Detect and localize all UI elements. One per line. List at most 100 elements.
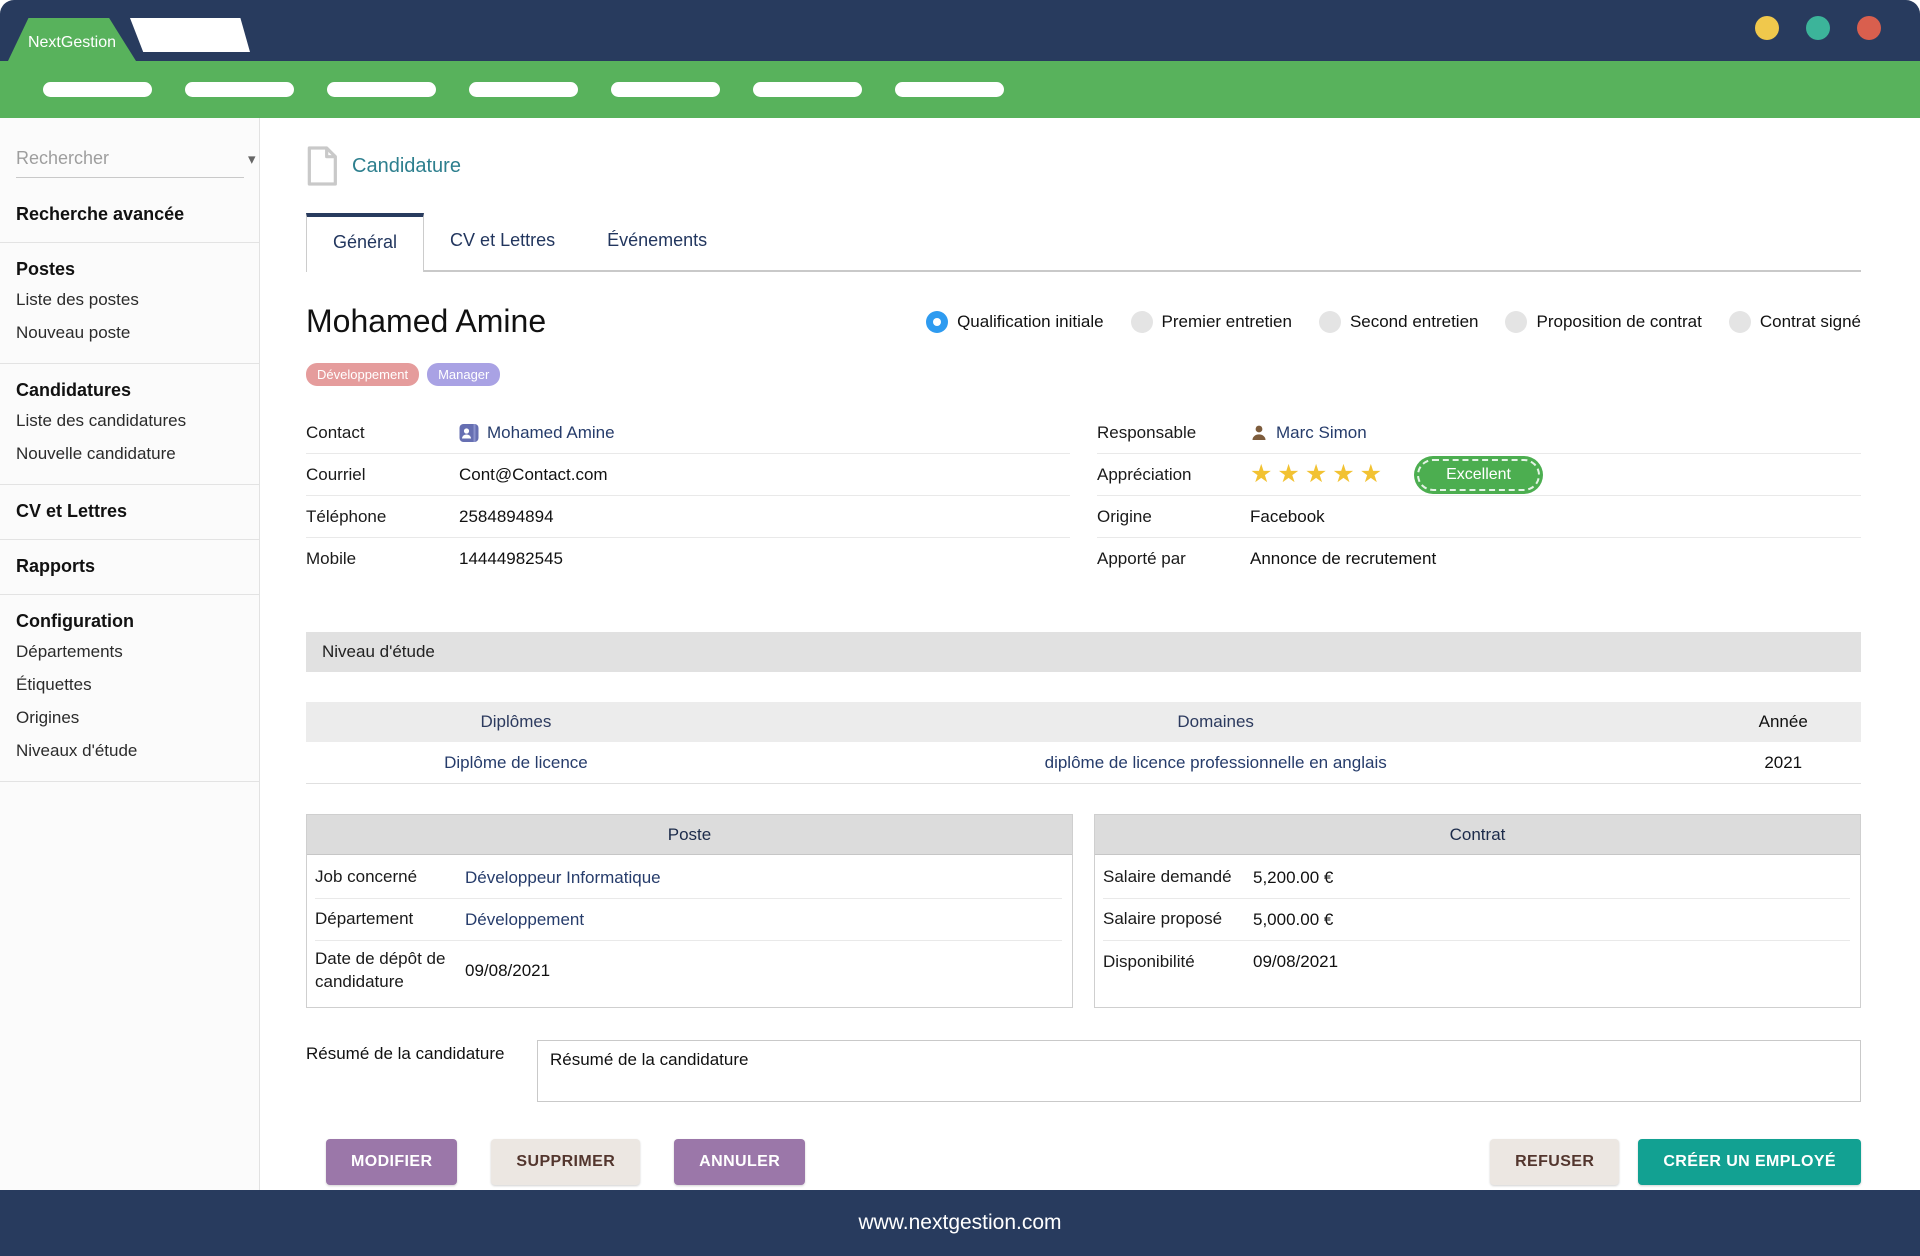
table-row: Appréciation ★★★★★ Excellent — [1097, 454, 1861, 496]
sidebar-item-liste-des-candidatures[interactable]: Liste des candidatures — [16, 404, 243, 437]
page-header: Candidature — [306, 145, 1861, 187]
search-input[interactable] — [16, 148, 248, 169]
stage-premier-entretien[interactable]: Premier entretien — [1131, 311, 1292, 333]
table-row: Diplôme de licence diplôme de licence pr… — [306, 742, 1861, 784]
sidebar-item-postes[interactable]: Postes — [16, 256, 243, 283]
app-window: NextGestion ▾ Recherche avancée — [0, 0, 1920, 1256]
annee-value: 2021 — [1705, 753, 1861, 773]
table-row: Département Développement — [315, 899, 1062, 941]
sidebar-item-rapports[interactable]: Rapports — [16, 553, 243, 580]
sidebar-item-niveaux-detude[interactable]: Niveaux d'étude — [16, 734, 243, 767]
stage-label: Contrat signé — [1760, 312, 1861, 332]
minimize-button[interactable] — [1755, 16, 1779, 40]
column-header-domaines: Domaines — [726, 712, 1706, 732]
sidebar-item-etiquettes[interactable]: Étiquettes — [16, 668, 243, 701]
resume-section: Résumé de la candidature Résumé de la ca… — [306, 1040, 1861, 1102]
disponibilite-value: 09/08/2021 — [1253, 952, 1338, 972]
sidebar-item-configuration[interactable]: Configuration — [16, 608, 243, 635]
table-row: Apporté par Annonce de recrutement — [1097, 538, 1861, 580]
radio-icon — [1729, 311, 1751, 333]
window-controls — [1755, 16, 1881, 40]
sidebar-section-cv-et-lettres: CV et Lettres — [0, 485, 259, 539]
radio-icon — [1131, 311, 1153, 333]
stage-label: Second entretien — [1350, 312, 1479, 332]
action-bar-left: MODIFIER SUPPRIMER ANNULER — [326, 1139, 805, 1185]
sidebar-item-nouveau-poste[interactable]: Nouveau poste — [16, 316, 243, 349]
salaire-propose-value: 5,000.00 € — [1253, 910, 1333, 930]
salaire-demande-value: 5,200.00 € — [1253, 868, 1333, 888]
creer-employe-button[interactable]: CRÉER UN EMPLOYÉ — [1638, 1139, 1861, 1185]
supprimer-button[interactable]: SUPPRIMER — [491, 1139, 640, 1185]
document-icon — [306, 146, 338, 186]
table-row: Disponibilité 09/08/2021 — [1103, 941, 1850, 983]
star-rating[interactable]: ★★★★★ — [1250, 462, 1387, 487]
sidebar-item-cv-et-lettres[interactable]: CV et Lettres — [16, 498, 243, 525]
table-row: Responsable Marc Simon — [1097, 412, 1861, 454]
field-label: Salaire demandé — [1103, 866, 1253, 889]
sidebar-item-departements[interactable]: Départements — [16, 635, 243, 668]
field-label: Responsable — [1097, 423, 1250, 443]
nav-item-placeholder[interactable] — [611, 82, 720, 97]
tab-cv-et-lettres[interactable]: CV et Lettres — [424, 213, 581, 270]
stage-proposition-de-contrat[interactable]: Proposition de contrat — [1505, 311, 1701, 333]
stage-radio-group: Qualification initiale Premier entretien… — [926, 311, 1861, 333]
brand-slant-decoration — [130, 18, 250, 52]
job-link[interactable]: Développeur Informatique — [465, 868, 661, 888]
poste-panel: Poste Job concerné Développeur Informati… — [306, 814, 1073, 1008]
person-icon — [1250, 424, 1268, 442]
resume-textarea[interactable]: Résumé de la candidature — [537, 1040, 1861, 1102]
sidebar-item-recherche-avancee[interactable]: Recherche avancée — [16, 201, 243, 228]
sidebar-section-recherche-avancee: Recherche avancée — [0, 188, 259, 242]
sidebar-item-candidatures[interactable]: Candidatures — [16, 377, 243, 404]
poste-contrat-panels: Poste Job concerné Développeur Informati… — [306, 814, 1861, 1008]
nav-item-placeholder[interactable] — [469, 82, 578, 97]
nav-item-placeholder[interactable] — [43, 82, 152, 97]
main-navbar — [0, 61, 1920, 118]
sidebar-item-liste-des-postes[interactable]: Liste des postes — [16, 283, 243, 316]
tab-general[interactable]: Général — [306, 213, 424, 272]
sidebar-item-nouvelle-candidature[interactable]: Nouvelle candidature — [16, 437, 243, 470]
stage-contrat-signe[interactable]: Contrat signé — [1729, 311, 1861, 333]
tag-manager[interactable]: Manager — [427, 363, 500, 386]
departement-link[interactable]: Développement — [465, 910, 584, 930]
nav-item-placeholder[interactable] — [895, 82, 1004, 97]
radio-icon — [1505, 311, 1527, 333]
diplome-link[interactable]: Diplôme de licence — [444, 753, 588, 772]
field-label: Contact — [306, 423, 459, 443]
stage-second-entretien[interactable]: Second entretien — [1319, 311, 1479, 333]
stage-qualification-initiale[interactable]: Qualification initiale — [926, 311, 1103, 333]
responsable-link[interactable]: Marc Simon — [1276, 423, 1367, 443]
chevron-down-icon[interactable]: ▾ — [248, 150, 258, 168]
detail-tables: Contact Mohamed Amine Courri — [306, 412, 1861, 580]
table-row: Mobile 14444982545 — [306, 538, 1070, 580]
resume-label: Résumé de la candidature — [306, 1040, 537, 1102]
tab-evenements[interactable]: Événements — [581, 213, 733, 270]
annuler-button[interactable]: ANNULER — [674, 1139, 805, 1185]
phone-value: 2584894894 — [459, 507, 554, 527]
search-box: ▾ — [16, 140, 244, 178]
contact-link[interactable]: Mohamed Amine — [487, 423, 615, 443]
column-header-annee: Année — [1705, 712, 1861, 732]
contrat-panel-title: Contrat — [1095, 815, 1860, 855]
brand-logo: NextGestion — [8, 18, 136, 61]
table-row: Job concerné Développeur Informatique — [315, 857, 1062, 899]
application-detail-table: Responsable Marc Simon Appréciation — [1097, 412, 1861, 580]
tag-developpement[interactable]: Développement — [306, 363, 419, 386]
maximize-button[interactable] — [1806, 16, 1830, 40]
table-row: Date de dépôt de candidature 09/08/2021 — [315, 941, 1062, 1001]
email-value: Cont@Contact.com — [459, 465, 608, 485]
brand-text: NextGestion — [28, 34, 116, 52]
nav-item-placeholder[interactable] — [753, 82, 862, 97]
footer: www.nextgestion.com — [0, 1190, 1920, 1256]
field-label: Salaire proposé — [1103, 908, 1253, 931]
sidebar-item-origines[interactable]: Origines — [16, 701, 243, 734]
domaine-link[interactable]: diplôme de licence professionnelle en an… — [1045, 753, 1387, 772]
refuser-button[interactable]: REFUSER — [1490, 1139, 1619, 1185]
nav-item-placeholder[interactable] — [327, 82, 436, 97]
table-header-row: Diplômes Domaines Année — [306, 702, 1861, 742]
column-header-diplomes: Diplômes — [306, 712, 726, 732]
page-title: Candidature — [352, 155, 461, 178]
close-button[interactable] — [1857, 16, 1881, 40]
modifier-button[interactable]: MODIFIER — [326, 1139, 457, 1185]
nav-item-placeholder[interactable] — [185, 82, 294, 97]
